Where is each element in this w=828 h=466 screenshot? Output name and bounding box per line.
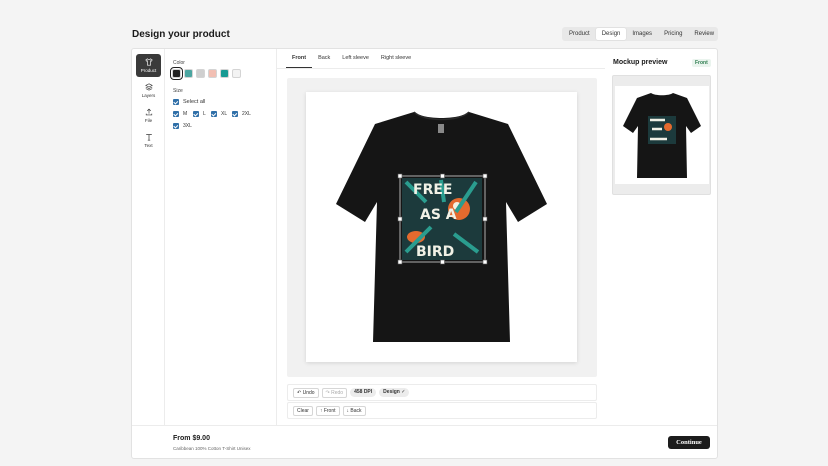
text-icon (145, 134, 152, 141)
color-swatches (170, 67, 241, 80)
move-front-button[interactable]: ↑ Front (315, 405, 340, 416)
color-label: Color (173, 60, 185, 66)
resize-handle[interactable] (482, 173, 488, 179)
checkbox-checked (173, 111, 179, 117)
tab-right-sleeve[interactable]: Right sleeve (375, 49, 417, 68)
size-checkbox-l[interactable]: L (193, 111, 206, 117)
options-panel: Color Size Select all M L XL 2XL 3XL (165, 49, 277, 425)
undo-button[interactable]: ↶ Undo (293, 387, 319, 398)
checkbox-checked (173, 99, 179, 105)
checkbox-checked (193, 111, 199, 117)
layers-icon (144, 83, 153, 91)
artwork-text: BIRD (416, 244, 454, 260)
artwork-layer[interactable]: FREE AS A BIRD (402, 178, 482, 260)
tool-label: Product (140, 68, 157, 73)
color-swatch[interactable] (184, 69, 193, 78)
footer-bar: From $9.00 Caribbean 100% Cotton T-Shirt… (132, 425, 717, 458)
checkbox-checked (211, 111, 217, 117)
color-swatch[interactable] (196, 69, 205, 78)
checkbox-label: 2XL (242, 111, 251, 117)
color-swatch[interactable] (220, 69, 229, 78)
tool-product[interactable]: Product (136, 54, 161, 77)
color-swatch[interactable] (170, 67, 183, 80)
size-checkbox-m[interactable]: M (173, 111, 187, 117)
resize-handle[interactable] (397, 216, 403, 222)
preview-artwork-bird (664, 123, 672, 131)
clear-button[interactable]: Clear (293, 405, 313, 416)
tool-label: Text (144, 143, 153, 148)
checkbox-label: L (203, 111, 206, 117)
resize-handle[interactable] (397, 259, 403, 265)
step-review[interactable]: Review (688, 28, 720, 40)
design-area: Front Back Left sleeve Right sleeve FREE… (277, 49, 605, 425)
tool-label: Layers (141, 93, 156, 98)
step-design[interactable]: Design (595, 28, 627, 40)
view-tabs: Front Back Left sleeve Right sleeve (277, 49, 605, 69)
step-navigation: Product Design Images Pricing Review (562, 27, 718, 41)
edit-toolbar: ↶ Undo ↷ Redo 458 DPI Design ✓ (287, 384, 597, 401)
artwork-text: FREE (413, 182, 452, 198)
upload-icon (145, 108, 152, 116)
preview-image (615, 86, 709, 184)
tshirt-icon (144, 58, 153, 66)
tshirt-mockup: FREE AS A BIRD (336, 111, 547, 342)
size-label: Size (173, 88, 183, 94)
select-all-checkbox[interactable]: Select all (173, 99, 205, 105)
checkbox-label: M (183, 111, 188, 117)
arrange-toolbar: Clear ↑ Front ↓ Back (287, 402, 597, 419)
designer-card: Product Layers File Text Color Size Sele… (131, 48, 718, 459)
tab-left-sleeve[interactable]: Left sleeve (336, 49, 375, 68)
tool-layers[interactable]: Layers (136, 79, 161, 102)
size-checkbox-2xl[interactable]: 2XL (232, 111, 251, 117)
dpi-badge: 458 DPI (350, 388, 377, 397)
price-label: From $9.00 (173, 435, 210, 442)
resize-handle[interactable] (397, 173, 403, 179)
checkbox-label: XL (221, 111, 228, 117)
artwork-text: AS A (420, 207, 457, 223)
resize-handle[interactable] (440, 173, 445, 179)
tool-text[interactable]: Text (136, 129, 161, 152)
resize-handle[interactable] (482, 216, 488, 222)
tshirt-label-tag (438, 124, 444, 133)
checkbox-checked (173, 123, 179, 129)
step-images[interactable]: Images (626, 28, 658, 40)
resize-handle[interactable] (440, 259, 445, 265)
preview-tshirt (623, 93, 701, 178)
step-pricing[interactable]: Pricing (658, 28, 688, 40)
checkbox-label: Select all (183, 99, 206, 105)
design-canvas[interactable]: FREE AS A BIRD (306, 92, 577, 362)
redo-button[interactable]: ↷ Redo (321, 387, 348, 398)
step-product[interactable]: Product (563, 28, 596, 40)
checkbox-checked (232, 111, 238, 117)
color-swatch[interactable] (208, 69, 217, 78)
tab-front[interactable]: Front (286, 49, 313, 68)
product-name: Caribbean 100% Cotton T-Shirt Unisex (173, 446, 251, 451)
tab-back[interactable]: Back (312, 49, 336, 68)
resize-handle[interactable] (482, 259, 488, 265)
checkbox-label: 3XL (183, 123, 192, 129)
size-checkbox-3xl[interactable]: 3XL (173, 123, 192, 129)
color-swatch[interactable] (232, 69, 241, 78)
preview-view-badge: Front (692, 59, 711, 67)
page-title: Design your product (132, 29, 230, 40)
design-badge[interactable]: Design ✓ (379, 388, 410, 397)
tool-label: File (144, 118, 153, 123)
mockup-preview-panel: Mockup preview Front (605, 49, 717, 425)
tool-rail: Product Layers File Text (132, 49, 165, 425)
preview-card[interactable] (612, 75, 711, 195)
size-checkbox-xl[interactable]: XL (211, 111, 227, 117)
preview-title: Mockup preview (613, 59, 668, 66)
move-back-button[interactable]: ↓ Back (342, 405, 366, 416)
continue-button[interactable]: Continue (668, 436, 710, 449)
canvas-area: FREE AS A BIRD (287, 78, 597, 377)
tool-file[interactable]: File (136, 104, 161, 127)
